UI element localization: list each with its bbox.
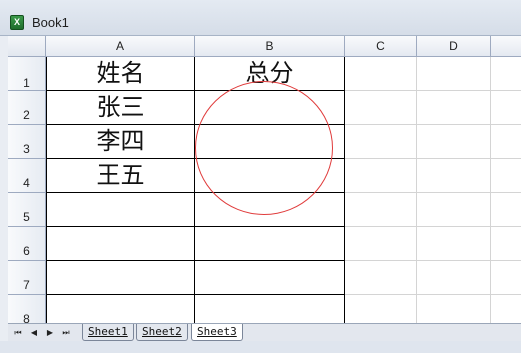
workbook-title: Book1: [32, 15, 69, 30]
cell-d5[interactable]: [417, 193, 491, 227]
column-header-d[interactable]: D: [417, 36, 491, 57]
cell-a1[interactable]: 姓名: [46, 57, 195, 91]
cell-c8[interactable]: [345, 295, 417, 323]
row-header-4[interactable]: 4: [8, 159, 46, 193]
tab-sheet1[interactable]: Sheet1: [82, 324, 134, 341]
column-header-e[interactable]: [491, 36, 521, 57]
cell-d8[interactable]: [417, 295, 491, 323]
cell-d3[interactable]: [417, 125, 491, 159]
workbook-title-bar[interactable]: X Book1: [0, 0, 521, 36]
cell-b2[interactable]: [195, 91, 345, 125]
cell-a5[interactable]: [46, 193, 195, 227]
cell-d7[interactable]: [417, 261, 491, 295]
cell-c2[interactable]: [345, 91, 417, 125]
cell-e6[interactable]: [491, 227, 521, 261]
row-header-3[interactable]: 3: [8, 125, 46, 159]
excel-icon: X: [10, 15, 24, 30]
cell-e5[interactable]: [491, 193, 521, 227]
column-header-b[interactable]: B: [195, 36, 345, 57]
cell-b7[interactable]: [195, 261, 345, 295]
cell-a4[interactable]: 王五: [46, 159, 195, 193]
row-header-8[interactable]: 8: [8, 295, 46, 323]
row-header-5[interactable]: 5: [8, 193, 46, 227]
cell-a6[interactable]: [46, 227, 195, 261]
tab-sheet3[interactable]: Sheet3: [191, 324, 243, 341]
cell-b8[interactable]: [195, 295, 345, 323]
cell-a7[interactable]: [46, 261, 195, 295]
cell-a3[interactable]: 李四: [46, 125, 195, 159]
cell-e7[interactable]: [491, 261, 521, 295]
cell-d1[interactable]: [417, 57, 491, 91]
sheet-tab-bar: ⏮ ◀ ▶ ⏭ Sheet1 Sheet2 Sheet3: [8, 323, 521, 341]
cell-d6[interactable]: [417, 227, 491, 261]
column-header-a[interactable]: A: [46, 36, 195, 57]
cell-a2[interactable]: 张三: [46, 91, 195, 125]
cell-e4[interactable]: [491, 159, 521, 193]
row-header-2[interactable]: 2: [8, 91, 46, 125]
tab-sheet2[interactable]: Sheet2: [136, 324, 188, 341]
cell-c1[interactable]: [345, 57, 417, 91]
cell-b3[interactable]: [195, 125, 345, 159]
first-sheet-button[interactable]: ⏮: [12, 326, 24, 339]
prev-sheet-button[interactable]: ◀: [28, 326, 40, 339]
cell-c6[interactable]: [345, 227, 417, 261]
row-header-7[interactable]: 7: [8, 261, 46, 295]
column-header-c[interactable]: C: [345, 36, 417, 57]
cell-d4[interactable]: [417, 159, 491, 193]
cell-a8[interactable]: [46, 295, 195, 323]
spreadsheet-grid[interactable]: A B C D 1 2 3 4 5 6 7 8 姓名 总分 张三 李四 王五: [8, 36, 521, 323]
cell-c5[interactable]: [345, 193, 417, 227]
next-sheet-button[interactable]: ▶: [44, 326, 56, 339]
row-header-1[interactable]: 1: [8, 57, 46, 91]
cell-d2[interactable]: [417, 91, 491, 125]
status-strip: [0, 341, 521, 353]
select-all-corner[interactable]: [8, 36, 46, 57]
cell-c4[interactable]: [345, 159, 417, 193]
cell-e2[interactable]: [491, 91, 521, 125]
cell-c7[interactable]: [345, 261, 417, 295]
cell-b5[interactable]: [195, 193, 345, 227]
cell-e8[interactable]: [491, 295, 521, 323]
cell-b4[interactable]: [195, 159, 345, 193]
last-sheet-button[interactable]: ⏭: [60, 326, 72, 339]
cell-b6[interactable]: [195, 227, 345, 261]
row-header-6[interactable]: 6: [8, 227, 46, 261]
cell-e3[interactable]: [491, 125, 521, 159]
cell-b1[interactable]: 总分: [195, 57, 345, 91]
cell-e1[interactable]: [491, 57, 521, 91]
cell-c3[interactable]: [345, 125, 417, 159]
